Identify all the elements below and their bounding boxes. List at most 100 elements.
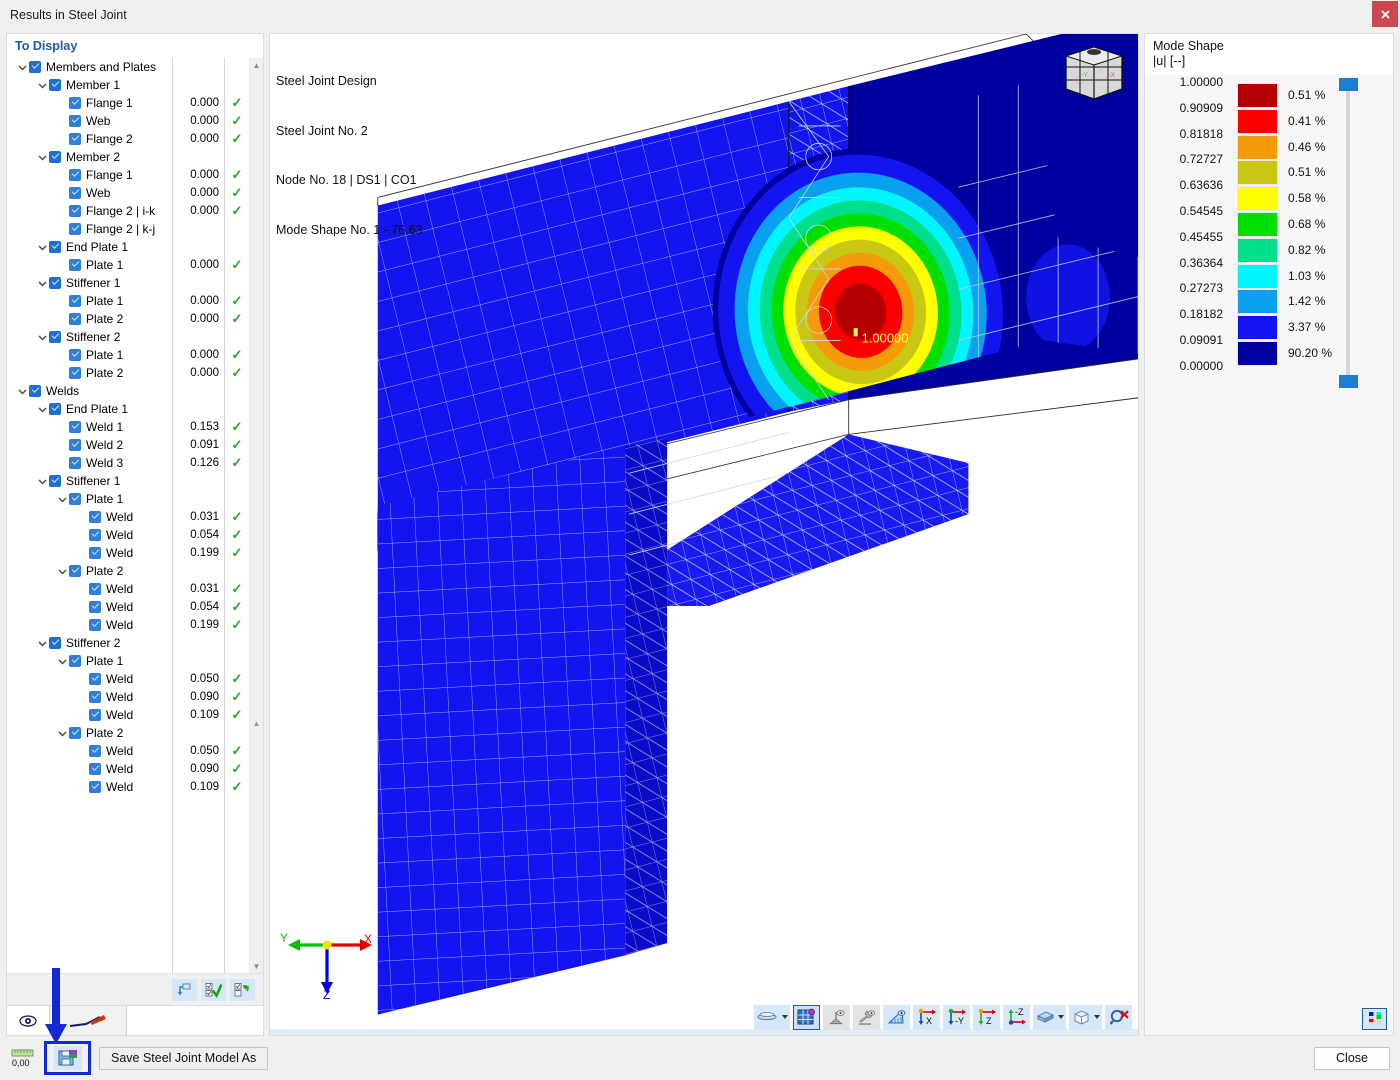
tree-row-checkbox[interactable] [69, 223, 81, 235]
chevron-down-icon[interactable] [35, 636, 49, 650]
tree-row[interactable]: Plate 2 [7, 562, 249, 580]
tree-row-checkbox[interactable] [69, 493, 81, 505]
tree-row-checkbox[interactable] [89, 763, 101, 775]
view-in-y-button[interactable]: -Y [943, 1004, 970, 1030]
tree-row[interactable]: Web 0.000 ✓ [7, 184, 249, 202]
tree-row[interactable]: Stiffener 1 [7, 472, 249, 490]
scroll-down-arrow-icon[interactable]: ▼ [250, 959, 263, 973]
tree-row[interactable]: Web 0.000 ✓ [7, 112, 249, 130]
chevron-down-icon[interactable] [55, 654, 69, 668]
chevron-down-icon[interactable] [55, 564, 69, 578]
chevron-down-icon[interactable] [55, 726, 69, 740]
tree-row-checkbox[interactable] [69, 655, 81, 667]
tree-row[interactable]: Weld 0.054 ✓ [7, 598, 249, 616]
tree-row[interactable]: Member 2 [7, 148, 249, 166]
slider-handle-max[interactable] [1339, 78, 1358, 91]
tree-row[interactable]: Weld 0.050 ✓ [7, 742, 249, 760]
tree-row[interactable]: Plate 2 0.000 ✓ [7, 364, 249, 382]
tree-row-checkbox[interactable] [89, 547, 101, 559]
tree-row[interactable]: Weld 0.109 ✓ [7, 778, 249, 796]
slider-handle-min[interactable] [1339, 375, 1358, 388]
select-all-button[interactable] [201, 979, 226, 1001]
tree-row[interactable]: Plate 1 0.000 ✓ [7, 256, 249, 274]
view-in-neg-z-button[interactable]: -Z [1003, 1004, 1030, 1030]
close-button[interactable]: Close [1314, 1046, 1390, 1070]
tree-row-checkbox[interactable] [49, 277, 61, 289]
tree-row-checkbox[interactable] [69, 421, 81, 433]
tree-row[interactable]: Weld 0.109 ✓ [7, 706, 249, 724]
support-view-button[interactable] [823, 1004, 850, 1030]
tree-row-checkbox[interactable] [69, 295, 81, 307]
tree-row[interactable]: Plate 1 [7, 652, 249, 670]
legend-settings-button[interactable] [1362, 1008, 1387, 1030]
tree-row[interactable]: End Plate 1 [7, 400, 249, 418]
tree-row[interactable]: Weld 0.050 ✓ [7, 670, 249, 688]
measure-button[interactable] [883, 1004, 910, 1030]
view-in-z-button[interactable]: Z [973, 1004, 1000, 1030]
tree-row-checkbox[interactable] [89, 529, 101, 541]
chevron-down-icon[interactable] [35, 402, 49, 416]
chevron-down-icon[interactable] [35, 276, 49, 290]
tree-row-checkbox[interactable] [69, 367, 81, 379]
tree-scroll-area[interactable]: Members and Plates Member 1 Flange 1 0.000 ✓… [7, 58, 249, 973]
tree-row-checkbox[interactable] [49, 637, 61, 649]
tree-row-checkbox[interactable] [89, 781, 101, 793]
tree-row[interactable]: Weld 0.199 ✓ [7, 544, 249, 562]
scroll-up-arrow-icon[interactable]: ▲ [250, 58, 263, 72]
tree-row-checkbox[interactable] [49, 331, 61, 343]
tree-row[interactable]: Weld 0.054 ✓ [7, 526, 249, 544]
tree-row-checkbox[interactable] [49, 241, 61, 253]
navigation-cube-widget[interactable]: -Y -X [1058, 42, 1130, 104]
tree-row-checkbox[interactable] [69, 565, 81, 577]
chevron-down-icon[interactable] [55, 492, 69, 506]
tree-row-checkbox[interactable] [49, 403, 61, 415]
chevron-down-icon[interactable] [35, 240, 49, 254]
tree-row[interactable]: Flange 2 0.000 ✓ [7, 130, 249, 148]
tree-row[interactable]: Plate 1 0.000 ✓ [7, 346, 249, 364]
tree-row[interactable]: Plate 1 [7, 490, 249, 508]
tree-row-checkbox[interactable] [89, 511, 101, 523]
tree-row-checkbox[interactable] [29, 385, 41, 397]
tree-row[interactable]: Weld 2 0.091 ✓ [7, 436, 249, 454]
tree-row-checkbox[interactable] [69, 313, 81, 325]
save-steel-joint-model-button[interactable] [44, 1041, 91, 1075]
tree-row-checkbox[interactable] [69, 205, 81, 217]
result-diagram-preview[interactable] [49, 1006, 127, 1035]
tree-row[interactable]: Weld 1 0.153 ✓ [7, 418, 249, 436]
tree-row[interactable]: Plate 2 [7, 724, 249, 742]
length-unit-button[interactable]: 0,00 [10, 1047, 36, 1069]
tree-row-checkbox[interactable] [89, 673, 101, 685]
tree-row[interactable]: Flange 2 | k-j [7, 220, 249, 238]
tree-row-checkbox[interactable] [69, 187, 81, 199]
chevron-down-icon[interactable] [15, 60, 29, 74]
tree-row-checkbox[interactable] [69, 169, 81, 181]
section-view-button[interactable] [1033, 1004, 1066, 1030]
isometric-view-button[interactable] [1069, 1004, 1102, 1030]
chevron-down-icon[interactable] [15, 384, 29, 398]
tree-row[interactable]: Weld 3 0.126 ✓ [7, 454, 249, 472]
tree-row[interactable]: Weld 0.031 ✓ [7, 580, 249, 598]
tree-row-checkbox[interactable] [69, 133, 81, 145]
close-icon[interactable] [1372, 1, 1398, 27]
tree-row-checkbox[interactable] [69, 349, 81, 361]
tree-row[interactable]: Flange 1 0.000 ✓ [7, 94, 249, 112]
tree-row-checkbox[interactable] [69, 115, 81, 127]
chevron-down-icon[interactable] [35, 78, 49, 92]
tree-row[interactable]: Plate 2 0.000 ✓ [7, 310, 249, 328]
tree-row[interactable]: Flange 1 0.000 ✓ [7, 166, 249, 184]
tree-row-checkbox[interactable] [89, 691, 101, 703]
tree-row[interactable]: End Plate 1 [7, 238, 249, 256]
tree-row-checkbox[interactable] [29, 61, 41, 73]
tree-row[interactable]: Weld 0.199 ✓ [7, 616, 249, 634]
invert-selection-button[interactable] [230, 979, 255, 1001]
tree-row[interactable]: Stiffener 2 [7, 328, 249, 346]
tree-row[interactable]: Plate 1 0.000 ✓ [7, 292, 249, 310]
save-steel-joint-model-as-button[interactable]: Save Steel Joint Model As [99, 1046, 269, 1070]
tree-row[interactable]: Stiffener 2 [7, 634, 249, 652]
tree-row[interactable]: Weld 0.090 ✓ [7, 760, 249, 778]
model-viewport[interactable]: 1.00000 Steel Joint Design Steel Joint N… [269, 33, 1139, 1036]
tree-row-checkbox[interactable] [89, 601, 101, 613]
render-mode-button[interactable] [754, 1004, 790, 1030]
scrollbar-thumb[interactable] [252, 72, 261, 592]
tree-row[interactable]: Welds [7, 382, 249, 400]
